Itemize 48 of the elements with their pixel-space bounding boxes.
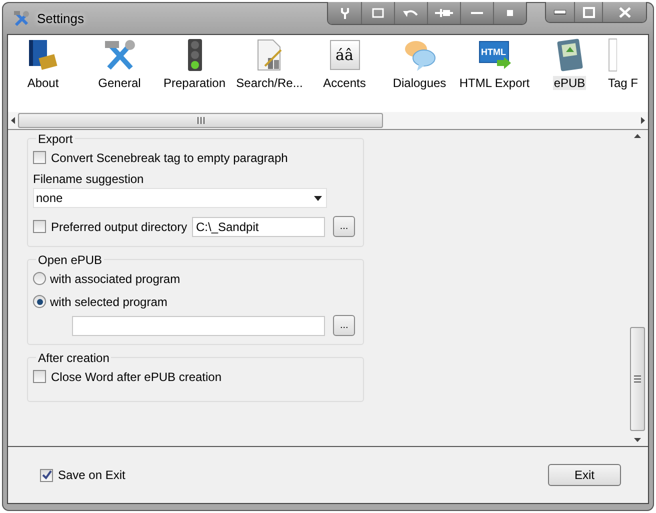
minus-icon[interactable] — [460, 2, 493, 24]
toolbar-tab[interactable]: Search/Re... — [232, 37, 307, 112]
convert-checkbox[interactable]: Convert Scenebreak tag to empty paragraph — [33, 146, 363, 169]
pin-icon[interactable] — [427, 2, 460, 24]
page-icon — [607, 38, 617, 72]
save-on-exit-checkbox[interactable]: Save on Exit — [40, 464, 126, 486]
group-title: Open ePUB — [36, 253, 104, 267]
dropdown-arrow-icon — [314, 196, 322, 200]
close-word-checkbox[interactable]: Close Word after ePUB creation — [33, 365, 363, 388]
toolbar-tab[interactable]: ePUB — [532, 37, 607, 112]
grip-icon — [196, 117, 204, 124]
exit-button[interactable]: Exit — [548, 464, 621, 486]
filename-dropdown[interactable]: none — [33, 188, 327, 208]
grip-icon — [634, 375, 641, 383]
browse-button[interactable]: ... — [333, 216, 355, 237]
toolbar-tab[interactable]: áâ Accents — [307, 37, 382, 112]
minimize-button[interactable] — [546, 2, 574, 22]
program-path-field[interactable] — [72, 316, 326, 336]
radio-option[interactable]: with selected program — [33, 290, 363, 313]
filename-label: Filename suggestion — [33, 172, 145, 186]
toolbar-tab[interactable]: General — [82, 37, 157, 112]
horizontal-scrollbar[interactable] — [8, 112, 648, 129]
speech-bubbles-icon — [402, 38, 436, 72]
tools-icon — [102, 38, 136, 72]
toolbar-tab[interactable]: Preparation — [157, 37, 232, 112]
radio-option[interactable]: with associated program — [33, 267, 363, 290]
window-title: Settings — [37, 11, 84, 26]
toolbar-tab[interactable]: About — [8, 37, 82, 112]
accents-icon: áâ — [330, 40, 360, 70]
close-icon — [618, 6, 630, 18]
minimize-icon — [554, 10, 566, 14]
group-title: After creation — [36, 351, 112, 365]
fork-icon[interactable] — [328, 2, 361, 24]
toolbar-tab[interactable]: Dialogues — [382, 37, 457, 112]
group-title: Export — [36, 132, 75, 146]
toolbar-tab[interactable]: HTML HTML Export — [457, 37, 532, 112]
preferred-directory-checkbox[interactable]: Preferred output directory — [33, 215, 188, 238]
undo-icon[interactable] — [394, 2, 427, 24]
checkmark-icon — [42, 470, 52, 480]
maximize-icon — [582, 6, 594, 18]
directory-field[interactable]: C:\_Sandpit — [192, 216, 325, 236]
window-icon[interactable] — [361, 2, 394, 24]
maximize-button[interactable] — [574, 2, 602, 22]
tools-icon — [13, 10, 31, 28]
browse-button[interactable]: ... — [333, 315, 355, 336]
close-button[interactable] — [602, 2, 646, 22]
toolbar-tab[interactable]: Tag F — [607, 37, 643, 112]
book-icon — [26, 38, 60, 72]
